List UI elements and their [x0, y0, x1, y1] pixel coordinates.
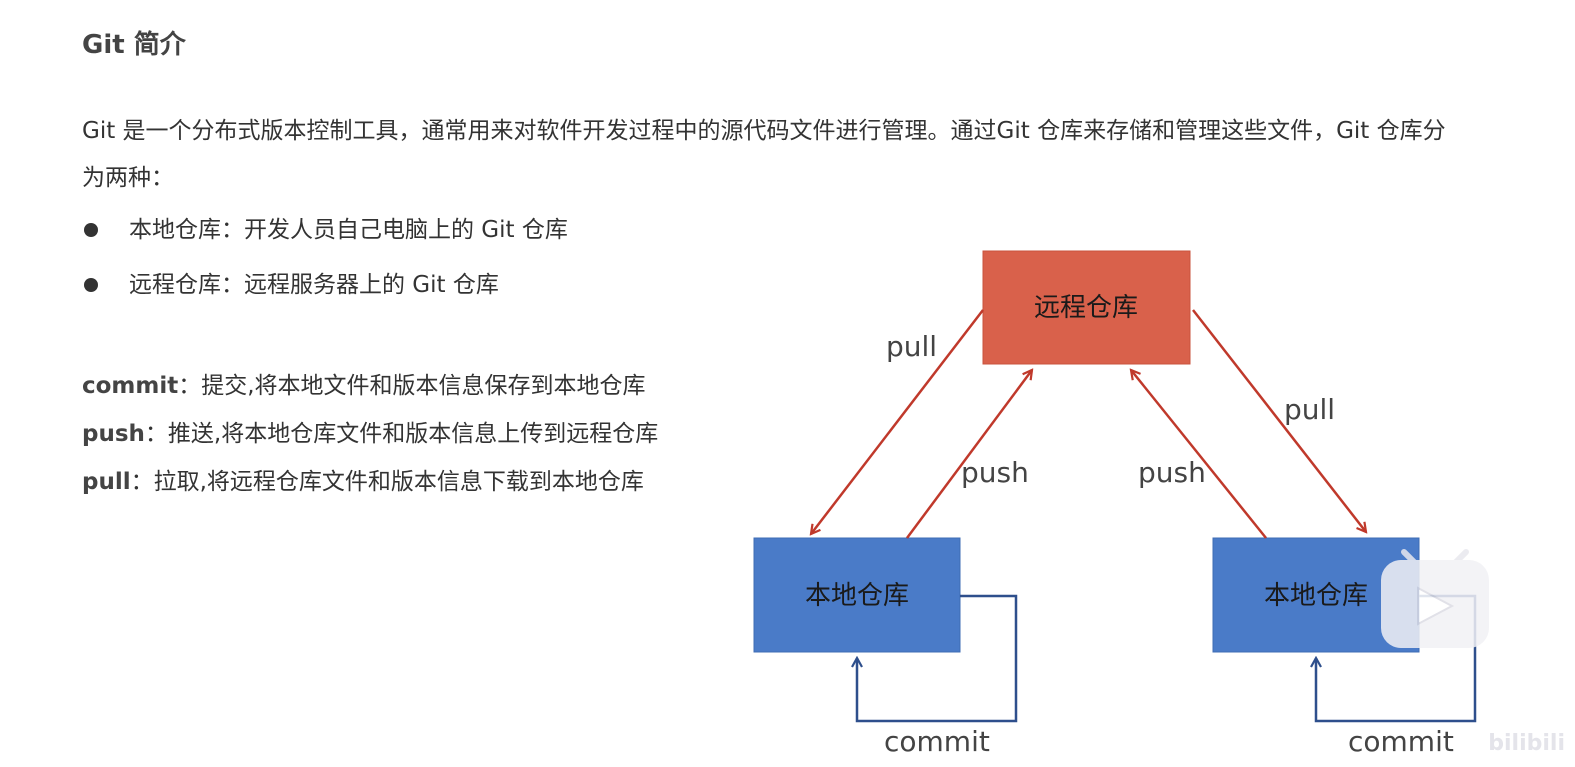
- bilibili-play-icon: [1381, 549, 1489, 648]
- remote-repo-node: 远程仓库: [982, 250, 1191, 365]
- edge-label-push-right: push: [1138, 456, 1206, 489]
- edge-label-commit-right: commit: [1348, 725, 1454, 758]
- local-repo-left-node: 本地仓库: [753, 537, 961, 653]
- push-right-arrow: [1131, 370, 1267, 539]
- edge-label-pull-left: pull: [886, 330, 937, 363]
- pull-right-arrow: [1192, 309, 1366, 532]
- edge-label-pull-right: pull: [1284, 393, 1335, 426]
- remote-repo-label: 远程仓库: [1034, 293, 1138, 323]
- edge-label-commit-left: commit: [884, 725, 990, 758]
- git-flow-diagram: 远程仓库 本地仓库 本地仓库 pull push push pull commi…: [753, 250, 1565, 758]
- local-repo-left-label: 本地仓库: [805, 581, 909, 611]
- bilibili-watermark-text: bilibili: [1488, 731, 1565, 756]
- local-repo-right-label: 本地仓库: [1264, 581, 1368, 611]
- push-left-arrow: [905, 370, 1032, 539]
- edge-label-push-left: push: [961, 456, 1029, 489]
